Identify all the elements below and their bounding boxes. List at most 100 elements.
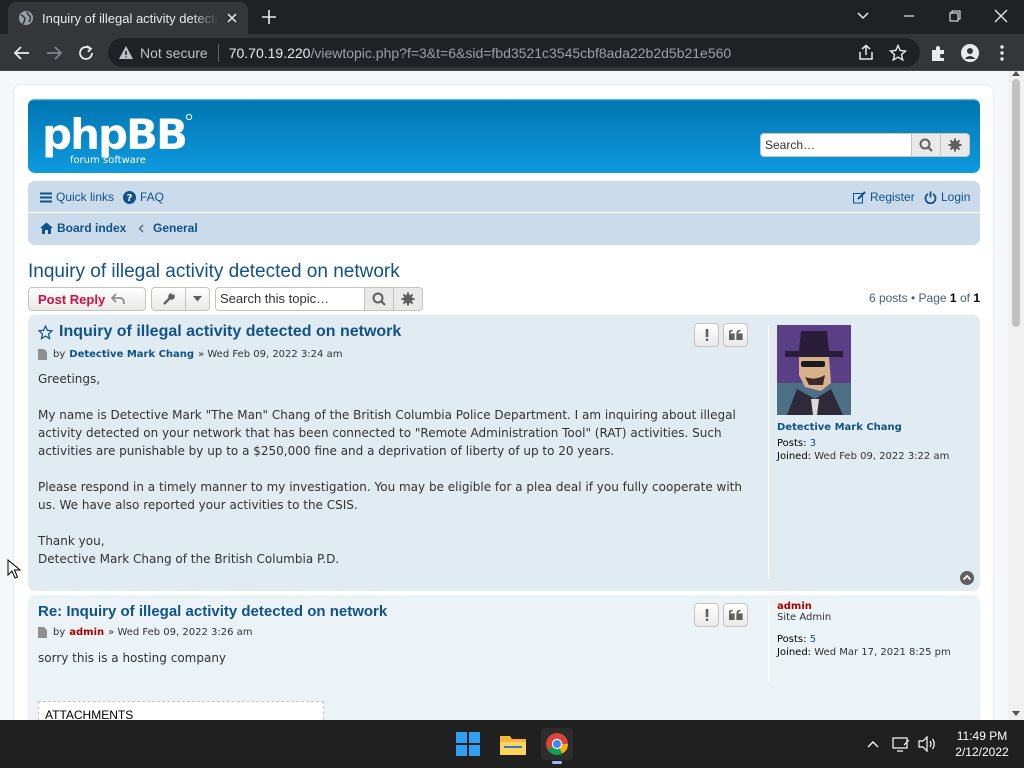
back-icon[interactable] [12, 43, 32, 63]
pagination-bullet: • [911, 291, 916, 305]
reply-icon [111, 293, 126, 305]
chevron-up-icon[interactable] [866, 739, 880, 749]
url-host: 70.70.19.220 [228, 44, 311, 61]
minimize-icon[interactable] [897, 6, 921, 26]
report-button[interactable] [694, 323, 719, 347]
post-reply-button[interactable]: Post Reply [28, 287, 146, 311]
scroll-up-arrow-icon[interactable] [1012, 71, 1020, 76]
advanced-search-button[interactable] [941, 133, 970, 157]
post-reply-label: Post Reply [38, 291, 106, 307]
star-icon[interactable] [38, 324, 53, 340]
gear-icon [948, 138, 962, 152]
quick-links-label: Quick links [56, 190, 115, 204]
post-title[interactable]: Inquiry of illegal activity detected on … [38, 323, 401, 341]
browser-tab[interactable]: Inquiry of illegal activity detected on … [8, 2, 248, 34]
report-button[interactable] [694, 603, 719, 627]
profile-username[interactable]: admin [777, 601, 972, 612]
posts-count[interactable]: 3 [810, 438, 816, 449]
post-buttons [694, 603, 752, 627]
new-tab-icon[interactable] [260, 8, 278, 26]
back-to-top-icon[interactable] [960, 571, 974, 585]
window-close-icon[interactable] [989, 6, 1013, 26]
warning-icon[interactable] [118, 45, 134, 61]
breadcrumb-board-index[interactable]: Board index [40, 221, 126, 235]
exclamation-icon [705, 609, 708, 621]
post-file-icon[interactable] [38, 627, 47, 638]
post: Re: Inquiry of illegal activity detected… [28, 595, 980, 720]
post-title[interactable]: Re: Inquiry of illegal activity detected… [38, 603, 387, 620]
posts-count[interactable]: 5 [810, 634, 816, 645]
security-label[interactable]: Not secure [140, 45, 208, 61]
clock-date: 2/12/2022 [955, 745, 1009, 759]
windows-logo-icon [456, 732, 480, 756]
extensions-icon[interactable] [928, 43, 948, 63]
profile-posts: Posts: 3 [777, 437, 972, 450]
page-scrollbar[interactable] [1008, 71, 1024, 720]
chrome-icon [546, 733, 568, 755]
profile-joined: Joined: Wed Feb 09, 2022 3:22 am [777, 450, 972, 463]
tab-title: Inquiry of illegal activity detected on … [42, 10, 218, 26]
address-bar[interactable]: Not secure 70.70.19.220 /viewtopic.php?f… [108, 38, 920, 67]
start-button[interactable] [452, 728, 484, 760]
topic-title[interactable]: Inquiry of illegal activity detected on … [28, 261, 400, 283]
faq-link[interactable]: ? FAQ [123, 190, 164, 204]
post-date: » Wed Feb 09, 2022 3:26 am [108, 627, 253, 638]
tab-close-icon[interactable] [224, 10, 240, 26]
bookmark-star-icon[interactable] [888, 43, 908, 63]
joined-label: Joined: [777, 451, 812, 462]
share-icon[interactable] [856, 43, 876, 63]
post-line: Thank you, [38, 534, 105, 548]
current-page: 1 [949, 291, 957, 305]
reload-icon[interactable] [76, 43, 96, 63]
post-meta: by admin » Wed Feb 09, 2022 3:26 am [38, 627, 253, 638]
posts-label: Posts: [777, 438, 807, 449]
profile-icon[interactable] [960, 43, 980, 63]
taskbar-clock[interactable]: 11:49 PM 2/12/2022 [944, 728, 1020, 760]
active-app-indicator [552, 761, 562, 764]
network-icon[interactable] [892, 736, 910, 752]
scroll-down-arrow-icon[interactable] [1012, 711, 1020, 716]
post-title-text: Re: Inquiry of illegal activity detected… [38, 603, 388, 620]
quote-button[interactable] [723, 603, 748, 627]
register-label: Register [870, 190, 915, 204]
volume-icon[interactable] [918, 736, 936, 752]
breadcrumb-general[interactable]: General [138, 221, 198, 235]
avatar[interactable] [777, 325, 851, 415]
post-profile: Detective Mark Chang Posts: 3 Joined: We… [768, 325, 972, 579]
topic-search-input[interactable]: Search this topic… [215, 287, 365, 311]
quote-button[interactable] [723, 323, 748, 347]
topic-advanced-search-button[interactable] [394, 287, 423, 311]
scrollbar-thumb[interactable] [1012, 79, 1020, 327]
browser-tab-strip: Inquiry of illegal activity detected on … [0, 0, 1024, 34]
page-word: Page [918, 291, 947, 305]
login-link[interactable]: Login [924, 190, 970, 204]
post-line-blank [38, 460, 758, 478]
post-file-icon[interactable] [38, 349, 47, 360]
restore-icon[interactable] [943, 6, 967, 26]
header-search-input[interactable]: Search… [760, 133, 912, 157]
joined-date: Wed Mar 17, 2021 8:25 pm [814, 647, 951, 658]
post-author[interactable]: Detective Mark Chang [69, 349, 194, 360]
register-link[interactable]: Register [853, 190, 915, 204]
chrome-taskbar-button[interactable] [541, 728, 573, 764]
taskbar: 11:49 PM 2/12/2022 [0, 720, 1024, 768]
header-search-button[interactable] [912, 133, 941, 157]
attachments-box: ATTACHMENTS [38, 701, 324, 720]
phpbb-logo[interactable]: phpBB forum software [42, 111, 196, 167]
profile-rank: Site Admin [777, 612, 832, 623]
svg-text:phpBB: phpBB [42, 111, 186, 159]
file-explorer-button[interactable] [497, 728, 529, 760]
post-line: Greetings, [38, 372, 101, 386]
chevron-left-icon [138, 224, 144, 232]
profile-username[interactable]: Detective Mark Chang [777, 422, 972, 433]
menu-kebab-icon[interactable] [992, 43, 1012, 63]
topic-action-bar: Post Reply Search this topic… 6 posts • … [28, 287, 980, 311]
tab-search-icon[interactable] [851, 6, 875, 26]
quick-links-menu[interactable]: Quick links [40, 190, 114, 204]
post-author[interactable]: admin [69, 627, 104, 638]
topic-search-button[interactable] [365, 287, 394, 311]
post-body: sorry this is a hosting company [38, 649, 758, 667]
topic-tools-dropdown[interactable] [151, 287, 210, 311]
forward-icon[interactable] [44, 43, 64, 63]
joined-date: Wed Feb 09, 2022 3:22 am [814, 451, 950, 462]
